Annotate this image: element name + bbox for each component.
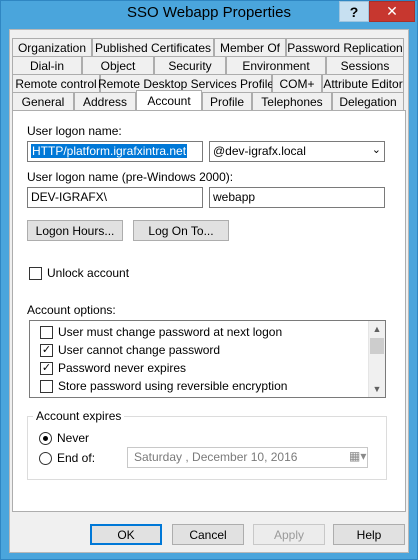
option-checkbox-never-expires[interactable]: ✓ [40, 362, 53, 375]
ok-button[interactable]: OK [90, 524, 162, 545]
option-checkbox-reversible-encryption[interactable] [40, 380, 53, 393]
tab-security[interactable]: Security [154, 56, 226, 74]
option-label-reversible-encryption: Store password using reversible encrypti… [58, 379, 288, 393]
end-date-picker[interactable]: Saturday , December 10, 2016 ▦▾ [127, 447, 368, 468]
tab-environment[interactable]: Environment [226, 56, 326, 74]
domain-suffix-value: @dev-igrafx.local [213, 144, 306, 158]
domain-suffix-select[interactable]: @dev-igrafx.local ⌄ [209, 141, 385, 162]
tab-telephones[interactable]: Telephones [252, 92, 332, 110]
account-tab-panel: User logon name: HTTP/platform.igrafxint… [12, 110, 406, 512]
never-label: Never [57, 431, 90, 445]
log-on-to-button[interactable]: Log On To... [133, 220, 229, 241]
logon-hours-button[interactable]: Logon Hours... [27, 220, 123, 241]
option-checkbox-cannot-change[interactable]: ✓ [40, 344, 53, 357]
tab-organization[interactable]: Organization [12, 38, 92, 56]
tab-account[interactable]: Account [136, 90, 202, 110]
tab-remote-control[interactable]: Remote control [12, 74, 100, 92]
unlock-account-checkbox[interactable] [29, 267, 42, 280]
tab-profile[interactable]: Profile [202, 92, 252, 110]
tab-delegation[interactable]: Delegation [332, 92, 404, 110]
options-scrollbar[interactable]: ▲ ▼ [368, 321, 385, 397]
cancel-button[interactable]: Cancel [172, 524, 244, 545]
scroll-thumb[interactable] [370, 338, 384, 354]
tab-general[interactable]: General [12, 92, 74, 110]
tab-published-certificates[interactable]: Published Certificates [92, 38, 214, 56]
calendar-icon[interactable]: ▦▾ [349, 449, 366, 464]
scroll-down-icon[interactable]: ▼ [369, 381, 385, 397]
logon-name-label: User logon name: [27, 124, 122, 138]
account-options-list[interactable]: User must change password at next logon … [29, 320, 386, 398]
help-title-button[interactable]: ? [339, 1, 369, 22]
account-expires-label: Account expires [33, 409, 125, 423]
option-label-never-expires: Password never expires [58, 361, 187, 375]
end-of-radio[interactable] [39, 452, 52, 465]
radio-selected-dot [43, 436, 48, 441]
scroll-up-icon[interactable]: ▲ [369, 321, 385, 337]
logon-name-value: HTTP/platform.igrafxintra.net [31, 144, 188, 158]
apply-button[interactable]: Apply [253, 524, 325, 545]
end-of-label: End of: [57, 451, 96, 465]
pre2000-label: User logon name (pre-Windows 2000): [27, 170, 234, 184]
close-button[interactable]: ✕ [369, 1, 415, 22]
option-label-must-change: User must change password at next logon [58, 325, 283, 339]
chevron-down-icon: ⌄ [371, 144, 381, 156]
option-checkbox-must-change[interactable] [40, 326, 53, 339]
never-radio[interactable] [39, 432, 52, 445]
tab-member-of[interactable]: Member Of [214, 38, 286, 56]
pre2000-user-input[interactable]: webapp [209, 187, 385, 208]
tab-object[interactable]: Object [82, 56, 154, 74]
logon-name-input[interactable]: HTTP/platform.igrafxintra.net [27, 141, 203, 162]
tab-dial-in[interactable]: Dial-in [12, 56, 82, 74]
tab-address[interactable]: Address [74, 92, 136, 110]
account-options-label: Account options: [27, 303, 116, 317]
properties-window: SSO Webapp Properties ? ✕ Organization P… [0, 0, 418, 560]
option-label-cannot-change: User cannot change password [58, 343, 221, 357]
dialog-client-area: Organization Published Certificates Memb… [9, 29, 409, 553]
pre2000-domain-field: DEV-IGRAFX\ [27, 187, 203, 208]
end-date-value: Saturday , December 10, 2016 [134, 450, 298, 464]
help-button[interactable]: Help [333, 524, 405, 545]
tab-password-replication[interactable]: Password Replication [286, 38, 404, 56]
tab-sessions[interactable]: Sessions [326, 56, 404, 74]
tab-com-plus[interactable]: COM+ [272, 74, 322, 92]
tab-attribute-editor[interactable]: Attribute Editor [322, 74, 404, 92]
title-bar[interactable]: SSO Webapp Properties ? ✕ [1, 1, 417, 27]
unlock-account-label: Unlock account [47, 266, 130, 280]
